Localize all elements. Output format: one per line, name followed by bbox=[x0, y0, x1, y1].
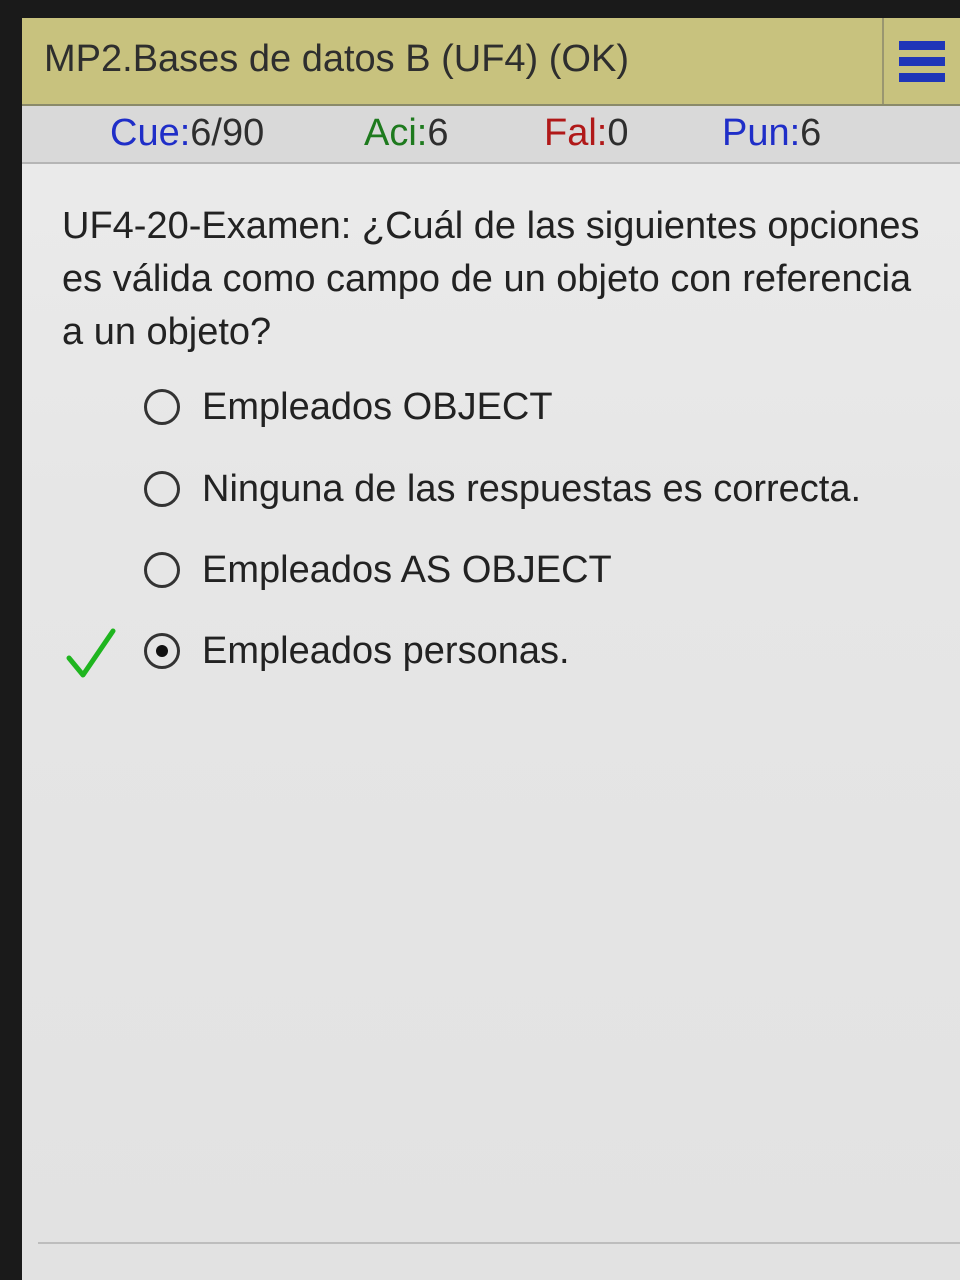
bottom-divider bbox=[38, 1242, 960, 1244]
app-screen: MP2.Bases de datos B (UF4) (OK) Cue:6/90… bbox=[22, 18, 960, 1280]
radio-button-icon[interactable] bbox=[144, 389, 180, 425]
answer-option-2[interactable]: Ninguna de las respuestas es correcta. bbox=[144, 464, 861, 514]
correct-check-icon bbox=[66, 628, 116, 678]
stat-wrong: Fal:0 bbox=[544, 112, 629, 155]
answer-option-label: Empleados AS OBJECT bbox=[202, 548, 612, 591]
stat-correct-value: 6 bbox=[427, 112, 449, 154]
radio-button-checked-icon[interactable] bbox=[144, 633, 180, 669]
stat-wrong-value: 0 bbox=[607, 112, 629, 154]
answer-option-label: Empleados personas. bbox=[202, 629, 570, 672]
answer-option-label: Ninguna de las respuestas es correcta. bbox=[202, 467, 862, 510]
question-text: UF4-20-Examen: ¿Cuál de las siguientes o… bbox=[62, 205, 920, 353]
stat-questions: Cue:6/90 bbox=[110, 112, 264, 155]
stat-score: Pun:6 bbox=[722, 112, 821, 155]
stat-wrong-label: Fal: bbox=[544, 112, 608, 154]
answer-option-label: Empleados OBJECT bbox=[202, 385, 553, 428]
stat-score-value: 6 bbox=[800, 112, 822, 154]
title-bar: MP2.Bases de datos B (UF4) (OK) bbox=[22, 18, 960, 106]
radio-button-icon[interactable] bbox=[144, 471, 180, 507]
answer-option-1[interactable]: Empleados OBJECT bbox=[144, 382, 553, 432]
answer-option-4[interactable]: Empleados personas. bbox=[144, 626, 570, 676]
hamburger-menu-icon[interactable] bbox=[890, 28, 954, 94]
stat-questions-value: 6/90 bbox=[190, 112, 265, 154]
menu-divider bbox=[882, 18, 884, 104]
stat-score-label: Pun: bbox=[722, 112, 801, 154]
stat-questions-label: Cue: bbox=[110, 112, 191, 154]
radio-button-icon[interactable] bbox=[144, 552, 180, 588]
stat-correct-label: Aci: bbox=[364, 112, 428, 154]
stats-bar: Cue:6/90 Aci:6 Fal:0 Pun:6 bbox=[22, 106, 960, 164]
answer-option-3[interactable]: Empleados AS OBJECT bbox=[144, 545, 612, 595]
app-title: MP2.Bases de datos B (UF4) (OK) bbox=[44, 38, 629, 80]
stat-correct: Aci:6 bbox=[364, 112, 449, 155]
